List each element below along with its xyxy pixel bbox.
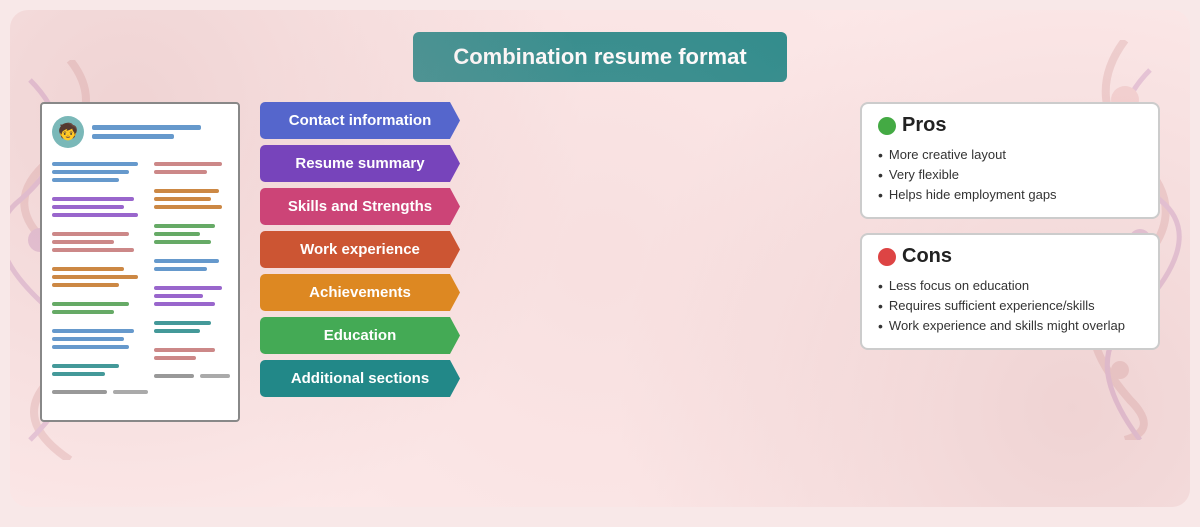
pros-title: Pros — [902, 114, 946, 137]
cons-card: Cons Less focus on educationRequires suf… — [860, 233, 1160, 350]
tab-item-contact: Contact information — [260, 102, 840, 139]
tab-label-summary[interactable]: Resume summary — [260, 145, 460, 182]
tab-item-summary: Resume summary — [260, 145, 840, 182]
cons-dot — [878, 248, 896, 266]
tab-item-skills: Skills and Strengths — [260, 188, 840, 225]
cons-header: Cons — [878, 245, 1142, 268]
tab-label-contact[interactable]: Contact information — [260, 102, 460, 139]
pros-cons-section: Pros More creative layoutVery flexibleHe… — [860, 102, 1160, 350]
title-section: Combination resume format — [10, 10, 1190, 82]
resume-col-right — [154, 162, 230, 394]
pros-dot — [878, 117, 896, 135]
header-lines — [92, 125, 228, 139]
resume-body — [52, 162, 228, 394]
tab-label-achievements[interactable]: Achievements — [260, 274, 460, 311]
pros-list-item: More creative layout — [878, 145, 1142, 165]
cons-list: Less focus on educationRequires sufficie… — [878, 276, 1142, 336]
tab-label-skills[interactable]: Skills and Strengths — [260, 188, 460, 225]
pros-header: Pros — [878, 114, 1142, 137]
tab-label-additional[interactable]: Additional sections — [260, 360, 460, 397]
header-line-2 — [92, 134, 174, 139]
cons-title: Cons — [902, 245, 952, 268]
tab-label-education[interactable]: Education — [260, 317, 460, 354]
tab-item-education: Education — [260, 317, 840, 354]
cons-list-item: Work experience and skills might overlap — [878, 316, 1142, 336]
main-title: Combination resume format — [413, 32, 786, 82]
pros-list: More creative layoutVery flexibleHelps h… — [878, 145, 1142, 205]
content-area: 🧒 — [10, 92, 1190, 422]
header-line-1 — [92, 125, 201, 130]
pros-list-item: Very flexible — [878, 165, 1142, 185]
pros-card: Pros More creative layoutVery flexibleHe… — [860, 102, 1160, 219]
pros-list-item: Helps hide employment gaps — [878, 185, 1142, 205]
main-container: Combination resume format 🧒 — [10, 10, 1190, 507]
tab-item-achievements: Achievements — [260, 274, 840, 311]
tab-label-work[interactable]: Work experience — [260, 231, 460, 268]
cons-list-item: Requires sufficient experience/skills — [878, 296, 1142, 316]
tab-item-additional: Additional sections — [260, 360, 840, 397]
tabs-section: Contact information Resume summary Skills … — [260, 102, 840, 397]
tab-item-work: Work experience — [260, 231, 840, 268]
resume-col-left — [52, 162, 148, 394]
resume-header: 🧒 — [52, 116, 228, 154]
cons-list-item: Less focus on education — [878, 276, 1142, 296]
avatar: 🧒 — [52, 116, 84, 148]
resume-mockup: 🧒 — [40, 102, 240, 422]
